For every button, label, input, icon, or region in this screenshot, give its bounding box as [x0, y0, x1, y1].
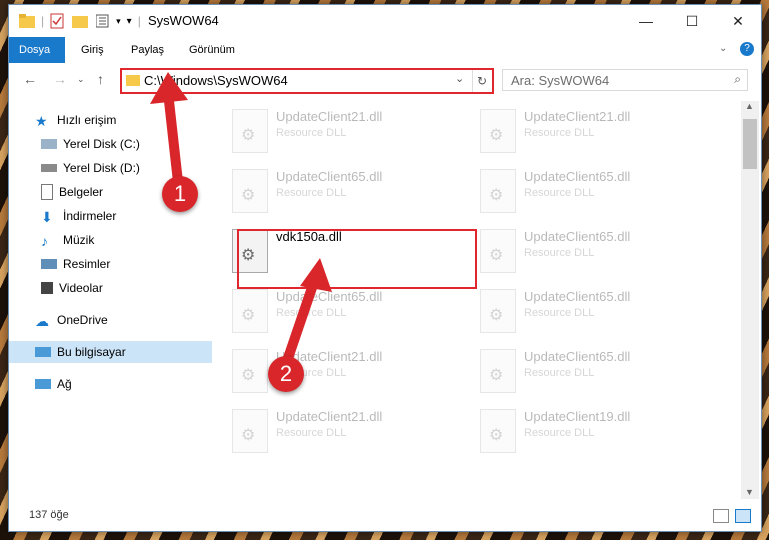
gear-icon: ⚙	[241, 307, 256, 324]
drive-icon	[41, 164, 57, 172]
dll-file-icon: ⚙	[232, 109, 268, 153]
file-item[interactable]: ⚙ UpdateClient65.dll Resource DLL	[478, 165, 698, 217]
search-box[interactable]: Ara: SysWOW64 ⌕	[502, 69, 748, 91]
sidebar-item-onedrive[interactable]: ☁ OneDrive	[9, 309, 231, 331]
tab-view[interactable]: Görünüm	[179, 37, 245, 63]
drive-icon	[41, 139, 57, 149]
step-1-badge: 1	[162, 176, 198, 212]
document-icon	[41, 184, 53, 200]
recent-locations-icon[interactable]: ⌄	[77, 74, 85, 85]
new-folder-icon[interactable]	[72, 14, 89, 28]
maximize-button[interactable]: ☐	[669, 5, 715, 37]
gear-icon: ⚙	[489, 367, 504, 384]
dll-file-icon: ⚙	[480, 349, 516, 393]
scroll-down-icon[interactable]: ▼	[745, 487, 754, 497]
back-button[interactable]: ←	[23, 71, 37, 87]
file-item[interactable]: ⚙ UpdateClient21.dll Resource DLL	[478, 105, 698, 157]
tab-share[interactable]: Paylaş	[121, 37, 174, 63]
gear-icon: ⚙	[489, 247, 504, 264]
dll-file-icon: ⚙	[232, 349, 268, 393]
dll-file-icon: ⚙	[232, 409, 268, 453]
dll-file-icon: ⚙	[480, 229, 516, 273]
sidebar-item-pictures[interactable]: Resimler 📌	[9, 253, 237, 275]
star-icon: ★	[35, 113, 48, 129]
status-bar: 137 öğe	[9, 503, 761, 529]
item-count: 137 öğe	[29, 509, 69, 521]
video-icon	[41, 282, 53, 294]
dropdown-arrow-icon[interactable]: ▾	[116, 16, 121, 27]
minimize-button[interactable]: —	[623, 5, 669, 37]
view-options-icon[interactable]	[96, 14, 114, 28]
scrollbar-thumb[interactable]	[743, 119, 757, 169]
file-item[interactable]: ⚙ UpdateClient19.dll Resource DLL	[478, 405, 698, 457]
close-button[interactable]: ✕	[715, 5, 761, 37]
window-title: SysWOW64	[148, 13, 219, 28]
customize-toolbar-icon[interactable]: ▾	[127, 16, 132, 27]
navigation-bar: ← → ⌄ ↑ C:\Windows\SysWOW64 ⌄ ↻ Ara: Sys…	[9, 63, 761, 97]
quick-access-toolbar: | ▾ ▾ |	[19, 12, 141, 30]
gear-icon: ⚙	[241, 187, 256, 204]
sidebar-item-network[interactable]: Ağ	[9, 373, 231, 395]
ribbon: Dosya Giriş Paylaş Görünüm ⌄ ?	[9, 37, 761, 64]
gear-icon: ⚙	[489, 307, 504, 324]
search-placeholder: Ara: SysWOW64	[511, 73, 610, 88]
gear-icon: ⚙	[489, 187, 504, 204]
gear-icon: ⚙	[489, 127, 504, 144]
gear-icon: ⚙	[489, 427, 504, 444]
refresh-icon[interactable]: ↻	[472, 70, 491, 92]
file-item[interactable]: ⚙ UpdateClient21.dll Resource DLL	[230, 105, 450, 157]
address-dropdown-icon[interactable]: ⌄	[455, 72, 464, 85]
expand-ribbon-icon[interactable]: ⌄	[719, 43, 727, 54]
file-item[interactable]: ⚙ UpdateClient65.dll Resource DLL	[478, 285, 698, 337]
sidebar-item-music[interactable]: ♪ Müzik 📌	[9, 229, 237, 251]
title-bar: | ▾ ▾ | SysWOW64 — ☐ ✕	[9, 5, 761, 37]
gear-icon: ⚙	[241, 367, 256, 384]
sidebar-item-this-pc[interactable]: Bu bilgisayar	[9, 341, 231, 363]
dll-file-icon: ⚙	[480, 289, 516, 333]
scroll-up-icon[interactable]: ▲	[745, 101, 754, 111]
file-item[interactable]: ⚙ UpdateClient65.dll Resource DLL	[230, 165, 450, 217]
music-icon: ♪	[41, 233, 48, 249]
computer-icon	[35, 347, 51, 357]
dll-file-icon: ⚙	[480, 109, 516, 153]
dll-file-icon: ⚙	[232, 169, 268, 213]
folder-icon	[126, 75, 140, 86]
pictures-icon	[41, 259, 57, 269]
forward-button[interactable]: →	[53, 71, 67, 87]
file-item[interactable]: ⚙ UpdateClient65.dll Resource DLL	[478, 345, 698, 397]
up-button[interactable]: ↑	[97, 71, 104, 87]
explorer-window: | ▾ ▾ | SysWOW64 — ☐ ✕ Dosya Giriş Payla…	[8, 4, 762, 532]
cloud-icon: ☁	[35, 313, 49, 329]
large-icons-view-icon[interactable]	[735, 509, 751, 523]
properties-icon[interactable]	[50, 13, 64, 29]
search-icon[interactable]: ⌕	[734, 72, 741, 87]
network-icon	[35, 379, 51, 389]
dll-file-icon: ⚙	[232, 289, 268, 333]
download-icon: ⬇	[41, 209, 53, 225]
file-item[interactable]: ⚙ UpdateClient65.dll Resource DLL	[478, 225, 698, 277]
gear-icon: ⚙	[241, 127, 256, 144]
step-2-badge: 2	[268, 356, 304, 392]
vertical-scrollbar[interactable]: ▲ ▼	[741, 101, 759, 499]
folder-icon	[19, 14, 35, 28]
dll-file-icon: ⚙	[480, 409, 516, 453]
tab-home[interactable]: Giriş	[71, 37, 114, 63]
help-icon[interactable]: ?	[740, 42, 754, 56]
tab-file[interactable]: Dosya	[9, 37, 65, 63]
details-view-icon[interactable]	[713, 509, 729, 523]
file-item[interactable]: ⚙ UpdateClient21.dll Resource DLL	[230, 405, 450, 457]
sidebar-item-videos[interactable]: Videolar 📌	[9, 277, 237, 299]
gear-icon: ⚙	[241, 427, 256, 444]
dll-file-icon: ⚙	[480, 169, 516, 213]
